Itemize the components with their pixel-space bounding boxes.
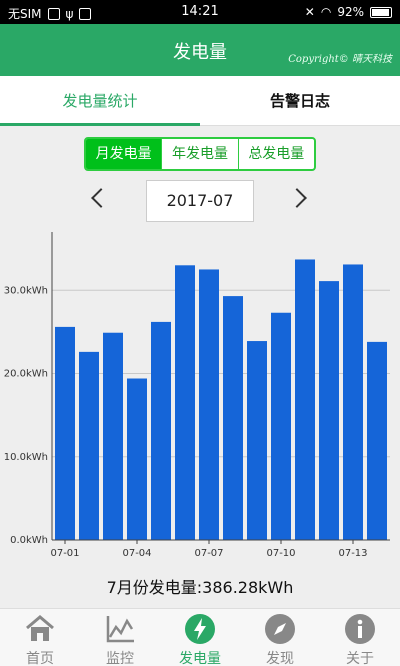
battery-icon: [370, 6, 392, 18]
x-tick-label: 07-13: [338, 548, 367, 559]
bar: [367, 341, 387, 540]
x-tick-label: 07-04: [122, 548, 151, 559]
chevron-right-icon: [287, 188, 307, 208]
month-picker[interactable]: 2017-07: [146, 180, 254, 222]
bar: [223, 296, 243, 540]
nav-home[interactable]: 首页: [0, 609, 80, 666]
wifi-icon: ◠: [320, 5, 332, 19]
lightning-icon: [185, 614, 215, 644]
bar: [247, 341, 267, 540]
nav-discover-label: 发现: [266, 651, 294, 666]
monthly-total: 7月份发电量:386.28kWh: [106, 578, 294, 597]
segment-monthly[interactable]: 月发电量: [86, 139, 163, 169]
home-icon: [26, 615, 54, 641]
segment-total[interactable]: 总发电量: [239, 139, 314, 169]
y-tick-label: 0.0kWh: [10, 535, 48, 546]
battery-percent: 92%: [337, 5, 364, 19]
tab-bar: 发电量统计 告警日志: [0, 76, 400, 126]
prev-month-button[interactable]: [86, 183, 112, 217]
y-tick-label: 20.0kWh: [4, 369, 48, 380]
bar: [79, 351, 99, 540]
bar: [103, 332, 123, 540]
bar: [127, 378, 147, 540]
bar: [271, 312, 291, 540]
info-icon: [345, 614, 375, 644]
x-tick-label: 07-07: [194, 548, 223, 559]
nav-monitor-label: 监控: [106, 651, 134, 666]
nav-home-label: 首页: [26, 651, 54, 666]
mute-icon: ✕: [304, 5, 315, 19]
x-tick-label: 07-10: [266, 548, 295, 559]
nav-about-label: 关于: [346, 651, 374, 666]
nav-generation[interactable]: 发电量: [160, 609, 240, 666]
bar: [343, 264, 363, 540]
bar: [55, 326, 75, 540]
tab-indicator: [0, 123, 200, 126]
tab-alarm-log[interactable]: 告警日志: [200, 76, 400, 126]
nav-discover[interactable]: 发现: [240, 609, 320, 666]
segment-yearly[interactable]: 年发电量: [162, 139, 239, 169]
line-chart-icon: [106, 616, 134, 643]
bar: [199, 269, 219, 540]
chevron-left-icon: [91, 188, 111, 208]
generation-bar-chart: 0.0kWh 10.0kWh 20.0kWh 30.0kWh 07-01 07-04 07-…: [4, 232, 390, 559]
compass-icon: [265, 614, 295, 644]
next-month-button[interactable]: [287, 183, 314, 217]
y-tick-label: 30.0kWh: [4, 285, 48, 296]
copyright-text: Copyright© 晴天科技: [288, 54, 392, 65]
bottom-navigation: 首页 监控 发电量 发现 关于: [0, 608, 400, 666]
app-bar: 发电量 Copyright© 晴天科技: [0, 24, 400, 76]
bar: [319, 281, 339, 540]
bar: [151, 321, 171, 540]
status-bar: 无SIM ψ 14:21 ✕ ◠ 92%: [0, 0, 400, 24]
nav-about[interactable]: 关于: [320, 609, 400, 666]
nav-generation-label: 发电量: [179, 651, 221, 666]
y-tick-label: 10.0kWh: [4, 452, 48, 463]
tab-generation-stats[interactable]: 发电量统计: [0, 76, 200, 126]
nav-monitor[interactable]: 监控: [80, 609, 160, 666]
x-tick-label: 07-01: [50, 548, 79, 559]
period-segment: 月发电量 年发电量 总发电量: [84, 137, 316, 171]
bar: [175, 265, 195, 540]
bar: [295, 259, 315, 540]
